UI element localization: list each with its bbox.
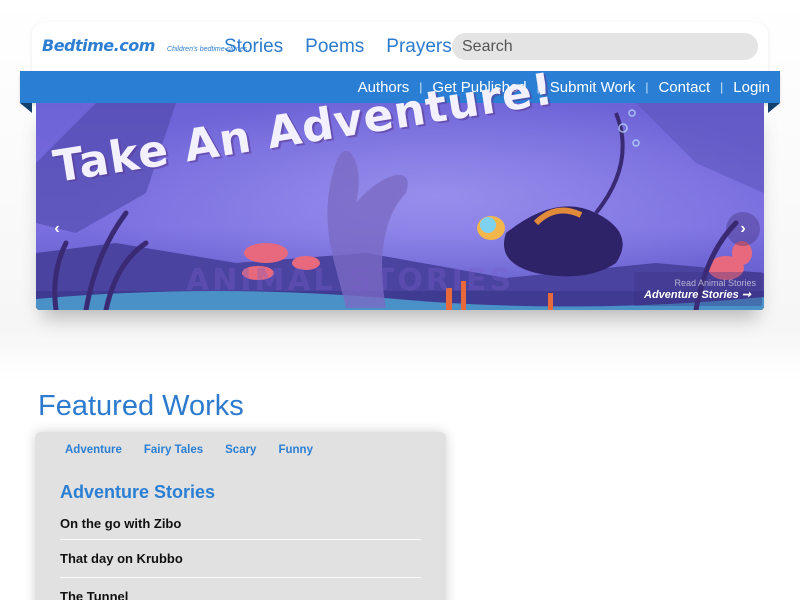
ribbon-fold-right [768, 103, 780, 113]
site-logo[interactable]: Bedtime.com Children's bedtime stories [42, 36, 247, 55]
story-title[interactable]: On the go with Zibo [60, 516, 181, 531]
tab-fairy-tales[interactable]: Fairy Tales [144, 444, 203, 456]
story-list: On the go with Zibo That day on Krubbo T… [60, 512, 421, 600]
nav-separator: | [645, 80, 649, 94]
story-title[interactable]: That day on Krubbo [60, 551, 183, 566]
banner-caption[interactable]: Read Animal Stories Adventure Stories ➞ [634, 272, 762, 306]
section-title: Adventure Stories [60, 482, 216, 502]
tab-funny[interactable]: Funny [278, 444, 313, 456]
subnav-login[interactable]: Login [733, 79, 770, 96]
search-input[interactable] [452, 33, 758, 60]
nav-stories[interactable]: Stories [224, 36, 283, 58]
caption-link[interactable]: Adventure Stories ➞ [644, 288, 756, 301]
ribbon-fold-left [20, 103, 32, 113]
list-item[interactable]: The Tunnel [60, 578, 421, 600]
story-title[interactable]: The Tunnel [60, 589, 128, 600]
tab-scary[interactable]: Scary [225, 444, 256, 456]
banner-ghost-text: ANIMAL STORIES [186, 263, 515, 298]
featured-works-card: Adventure Fairy Tales Scary Funny Advent… [35, 432, 446, 600]
carousel-prev-button[interactable]: ‹ [40, 212, 74, 246]
chevron-right-icon: › [740, 220, 746, 237]
featured-works-heading: Featured Works [38, 390, 244, 422]
logo-text: Bedtime.com [42, 36, 155, 55]
subnav-contact[interactable]: Contact [658, 79, 710, 96]
chevron-left-icon: ‹ [54, 220, 60, 237]
tab-adventure[interactable]: Adventure [65, 444, 122, 456]
genre-tabs: Adventure Fairy Tales Scary Funny [65, 444, 313, 456]
subnav-submit-work[interactable]: Submit Work [550, 79, 636, 96]
nav-separator: | [720, 80, 724, 94]
main-nav: Stories Poems Prayers [224, 36, 452, 58]
carousel-next-button[interactable]: › [726, 212, 760, 246]
nav-poems[interactable]: Poems [305, 36, 364, 58]
nav-prayers[interactable]: Prayers [386, 36, 451, 58]
list-item[interactable]: On the go with Zibo [60, 512, 421, 540]
list-item[interactable]: That day on Krubbo [60, 540, 421, 578]
caption-subtitle: Read Animal Stories [674, 278, 756, 288]
